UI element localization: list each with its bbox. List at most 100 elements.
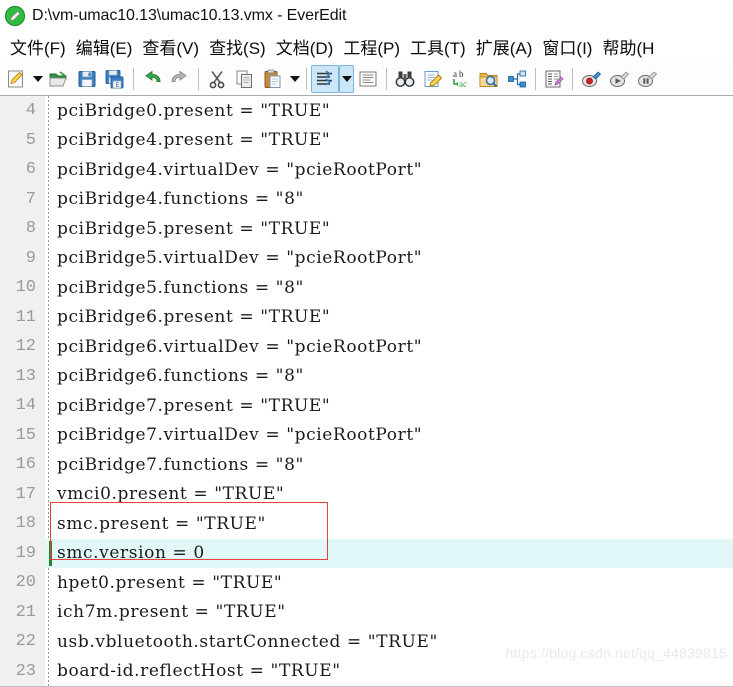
line-text[interactable]: pciBridge5.virtualDev = "pcieRootPort" <box>45 248 422 268</box>
svg-text:a: a <box>453 69 457 79</box>
line-text[interactable]: pciBridge7.present = "TRUE" <box>45 396 330 416</box>
copy-icon[interactable] <box>231 65 259 93</box>
editor-line[interactable]: 18 smc.present = "TRUE" <box>0 509 733 539</box>
editor-line[interactable]: 16 pciBridge7.functions = "8" <box>0 450 733 480</box>
macro-pause-icon[interactable] <box>633 65 661 93</box>
line-number: 22 <box>15 632 36 652</box>
svg-text:b: b <box>459 69 464 79</box>
line-number: 20 <box>15 573 36 593</box>
menu-item-extensions[interactable]: 扩展(A) <box>471 33 538 61</box>
macro-play-icon[interactable] <box>605 65 633 93</box>
macro-record-icon[interactable] <box>577 65 605 93</box>
chevron-down-icon <box>341 75 352 82</box>
line-text[interactable]: pciBridge5.present = "TRUE" <box>45 219 330 239</box>
find-replace-abc-icon[interactable]: a b ac <box>447 65 475 93</box>
clipboard-paste-icon[interactable] <box>259 65 287 93</box>
line-text[interactable]: pciBridge4.present = "TRUE" <box>45 130 330 150</box>
editor-line[interactable]: 21 ich7m.present = "TRUE" <box>0 598 733 628</box>
line-text[interactable]: pciBridge5.functions = "8" <box>45 278 304 298</box>
compare-files-icon[interactable] <box>503 65 531 93</box>
editor-line[interactable]: 13 pciBridge6.functions = "8" <box>0 362 733 392</box>
save-all-icon[interactable]: E <box>101 65 129 93</box>
new-file-icon[interactable] <box>2 65 30 93</box>
editor-lines[interactable]: 4 pciBridge0.present = "TRUE" 5 pciBridg… <box>0 96 733 687</box>
editor-line[interactable]: 10 pciBridge5.functions = "8" <box>0 273 733 303</box>
save-icon[interactable] <box>73 65 101 93</box>
line-text[interactable]: pciBridge6.functions = "8" <box>45 366 304 386</box>
editor-line[interactable]: 9 pciBridge5.virtualDev = "pcieRootPort" <box>0 244 733 274</box>
line-text[interactable]: hpet0.present = "TRUE" <box>45 573 282 593</box>
line-number: 17 <box>15 484 36 504</box>
show-all-characters-icon[interactable] <box>354 65 382 93</box>
line-number: 13 <box>15 366 36 386</box>
svg-text:E: E <box>116 83 120 89</box>
text-editor[interactable]: 4 pciBridge0.present = "TRUE" 5 pciBridg… <box>0 96 733 687</box>
line-number: 4 <box>25 101 36 121</box>
editor-line[interactable]: 11 pciBridge6.present = "TRUE" <box>0 303 733 333</box>
line-text[interactable]: ich7m.present = "TRUE" <box>45 602 286 622</box>
line-text[interactable]: board-id.reflectHost = "TRUE" <box>45 661 341 681</box>
undo-icon[interactable] <box>138 65 166 93</box>
green-pencil-icon <box>4 5 26 27</box>
line-number: 7 <box>25 189 36 209</box>
line-number: 10 <box>15 278 36 298</box>
toolbar: E a b ac <box>0 62 733 96</box>
menu-item-window[interactable]: 窗口(I) <box>537 33 597 61</box>
open-folder-icon[interactable] <box>45 65 73 93</box>
menu-item-tools[interactable]: 工具(T) <box>405 33 471 61</box>
editor-line[interactable]: 7 pciBridge4.functions = "8" <box>0 185 733 215</box>
line-text[interactable]: smc.version = 0 <box>45 543 205 563</box>
line-text[interactable]: pciBridge4.virtualDev = "pcieRootPort" <box>45 160 422 180</box>
editor-line[interactable]: 20 hpet0.present = "TRUE" <box>0 568 733 598</box>
redo-icon[interactable] <box>166 65 194 93</box>
line-number: 14 <box>15 396 36 416</box>
line-number: 15 <box>15 425 36 445</box>
line-number: 23 <box>15 661 36 681</box>
editor-line[interactable]: 5 pciBridge4.present = "TRUE" <box>0 126 733 156</box>
window-title: D:\vm-umac10.13\umac10.13.vmx - EverEdit <box>32 7 347 24</box>
toolbar-separator <box>535 67 536 90</box>
toolbar-separator <box>386 67 387 90</box>
menu-item-document[interactable]: 文档(D) <box>271 33 339 61</box>
menu-item-file[interactable]: 文件(F) <box>5 33 71 61</box>
editor-line-current[interactable]: 19 smc.version = 0 <box>0 538 733 568</box>
title-bar: D:\vm-umac10.13\umac10.13.vmx - EverEdit <box>0 0 733 32</box>
editor-line[interactable]: 14 pciBridge7.present = "TRUE" <box>0 391 733 421</box>
menu-item-project[interactable]: 工程(P) <box>338 33 405 61</box>
line-text[interactable]: pciBridge4.functions = "8" <box>45 189 304 209</box>
cursor-caret <box>49 540 52 566</box>
toolbar-separator <box>133 67 134 90</box>
menu-item-view[interactable]: 查看(V) <box>137 33 204 61</box>
line-text[interactable]: usb.vbluetooth.startConnected = "TRUE" <box>45 632 438 652</box>
menu-item-edit[interactable]: 编辑(E) <box>71 33 138 61</box>
editor-line[interactable]: 4 pciBridge0.present = "TRUE" <box>0 96 733 126</box>
editor-line[interactable]: 17 vmci0.present = "TRUE" <box>0 480 733 510</box>
line-text[interactable]: vmci0.present = "TRUE" <box>45 484 284 504</box>
line-text[interactable]: pciBridge7.functions = "8" <box>45 455 304 475</box>
line-text[interactable]: pciBridge6.present = "TRUE" <box>45 307 330 327</box>
editor-line[interactable]: 6 pciBridge4.virtualDev = "pcieRootPort" <box>0 155 733 185</box>
editor-line[interactable]: 8 pciBridge5.present = "TRUE" <box>0 214 733 244</box>
line-wrap-icon[interactable] <box>311 64 339 93</box>
line-text[interactable]: pciBridge0.present = "TRUE" <box>45 101 330 121</box>
editor-line[interactable]: 12 pciBridge6.virtualDev = "pcieRootPort… <box>0 332 733 362</box>
binoculars-find-icon[interactable] <box>391 65 419 93</box>
chevron-down-icon <box>32 75 43 82</box>
menu-item-search[interactable]: 查找(S) <box>204 33 271 61</box>
svg-text:ac: ac <box>459 79 467 89</box>
word-wrap-dropdown[interactable] <box>339 64 354 93</box>
editor-line[interactable]: 15 pciBridge7.virtualDev = "pcieRootPort… <box>0 421 733 451</box>
line-text[interactable]: pciBridge7.virtualDev = "pcieRootPort" <box>45 425 422 445</box>
line-text[interactable]: pciBridge6.virtualDev = "pcieRootPort" <box>45 337 422 357</box>
hex-edit-icon[interactable] <box>540 65 568 93</box>
replace-pencil-icon[interactable] <box>419 65 447 93</box>
new-file-dropdown[interactable] <box>30 65 45 93</box>
find-in-files-folder-icon[interactable] <box>475 65 503 93</box>
line-number: 11 <box>15 307 36 327</box>
line-number: 5 <box>25 130 36 150</box>
paste-dropdown[interactable] <box>287 65 302 93</box>
line-text[interactable]: smc.present = "TRUE" <box>45 514 266 534</box>
menu-item-help[interactable]: 帮助(H <box>597 33 659 61</box>
line-number: 21 <box>15 602 36 622</box>
scissors-cut-icon[interactable] <box>203 65 231 93</box>
